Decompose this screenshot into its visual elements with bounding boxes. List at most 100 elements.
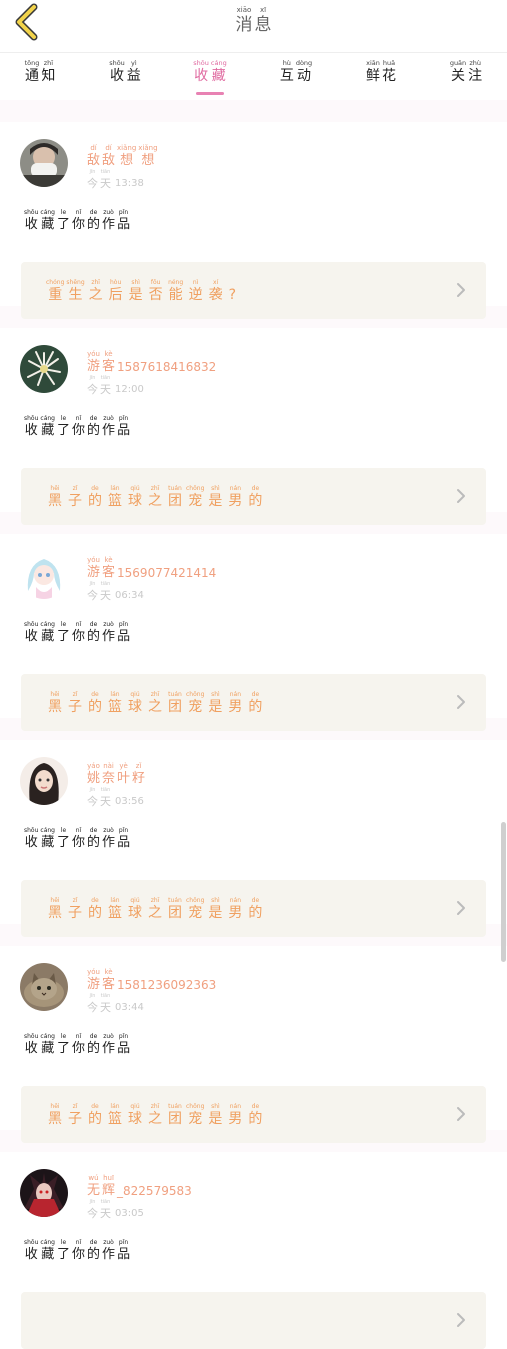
avatar[interactable] [20,963,68,1011]
action-char: pǐn 品 [117,826,130,851]
avatar-dark-character-icon [20,1169,68,1217]
pinyin: tiān [100,787,111,793]
hanzi: 想 [120,153,134,168]
time-char: tiān 天 [100,786,111,809]
action-char: zuò 作 [102,414,115,439]
username-suffix: _822579583 [117,1184,192,1198]
pinyin: jīn [89,581,96,587]
action-char: nǐ 你 [72,208,85,233]
avatar[interactable] [20,551,68,599]
work-char: nán 男 [226,1102,244,1128]
pinyin: zhī [150,691,160,698]
action-char: le 了 [57,1238,70,1263]
avatar[interactable] [20,1169,68,1217]
avatar[interactable] [20,757,68,805]
avatar[interactable] [20,139,68,187]
tab-4[interactable]: xiān 鲜 huā 花 [357,59,405,95]
hanzi: 收 [109,68,124,84]
work-char: shì 是 [206,1102,224,1128]
work-title: hēi 黑 zǐ 子 de 的 lán 篮 qiú 球 zhī 之 tuán 团 chǒng 宠 shì 是 nán… [45,896,265,922]
pinyin: tiān [100,993,111,999]
hanzi: 的 [248,493,263,509]
hanzi: 姚 [87,771,101,786]
action-char: zuò 作 [102,208,115,233]
hanzi: 的 [87,1247,101,1262]
hanzi: 收 [24,1247,38,1262]
action-char: cáng 藏 [40,414,55,439]
username-suffix: 15812360​92363 [117,978,217,992]
work-card[interactable]: hēi 黑 zǐ 子 de 的 lán 篮 qiú 球 zhī 之 tuán 团 chǒng 宠 shì 是 nán… [21,880,486,937]
tab-bar: tōng 通 zhī 知 shōu 收 yì 益 shōu 收 cáng 藏 hù 互 dòng 动 xiān 鲜… [0,53,507,99]
work-char: qiú 球 [126,484,144,510]
hanzi: 团 [168,493,182,509]
tab-char: cáng 藏 [211,59,227,85]
tab-2[interactable]: shōu 收 cáng 藏 [186,59,234,95]
tab-0[interactable]: tōng 通 zhī 知 [16,59,64,95]
pinyin: fǒu [150,279,161,286]
pinyin: shì [211,897,220,904]
hanzi: 辉 [102,1183,116,1198]
tab-5[interactable]: guān 关 zhù 注 [442,59,490,95]
work-char: shì 是 [206,484,224,510]
tab-3[interactable]: hù 互 dòng 动 [272,59,320,95]
hanzi: 鲜 [366,68,380,84]
action-char: zuò 作 [102,1238,115,1263]
work-card[interactable]: chóng 重 shēng 生 zhī 之 hòu 后 shì 是 fǒu 否 néng 能 nì 逆 xí 袭 … [21,262,486,319]
username[interactable]: yáo 姚 nài 奈 yè 叶 zǐ 籽 [86,762,146,787]
pinyin: nǐ [75,827,82,834]
chevron-right-icon [457,901,465,915]
pinyin: zǐ [135,762,142,770]
action-char: le 了 [57,414,70,439]
pinyin: hēi [50,897,60,904]
username[interactable]: yóu 游 kè 客 15876184​16832 [86,350,216,375]
avatar[interactable] [20,345,68,393]
pinyin: kè [104,556,113,564]
hanzi: 之 [88,287,103,303]
hanzi: 作 [102,629,116,644]
work-char: shēng 生 [66,278,84,304]
action-char: nǐ 你 [72,620,85,645]
hanzi: 消 [235,15,253,35]
hanzi: 是 [208,493,223,509]
work-char: fǒu 否 [147,278,165,304]
hanzi: 之 [148,905,162,921]
work-card[interactable]: hēi 黑 zǐ 子 de 的 lán 篮 qiú 球 zhī 之 tuán 团 chǒng 宠 shì 是 nán… [21,468,486,525]
work-char: nán 男 [226,484,244,510]
username[interactable]: yóu 游 kè 客 15690774​21414 [86,556,216,581]
time-char: tiān 天 [100,580,111,603]
pinyin: de [91,691,99,698]
timestamp: jīn 今 tiān 天 03:56 [86,786,144,809]
username[interactable]: wú 无 huī 辉 _822579583 [86,1174,192,1199]
hanzi: 想 [141,153,155,168]
pinyin: nài [103,762,114,770]
hanzi: 了 [57,629,71,644]
hanzi: 子 [68,905,82,921]
tab-1[interactable]: shōu 收 yì 益 [101,59,149,95]
username[interactable]: dí 敌 dí 敌 xiǎng 想 xiǎng 想 [86,144,159,169]
hanzi: 了 [57,1041,71,1056]
hanzi: 通 [25,68,39,84]
pinyin: shōu [193,59,209,67]
work-card[interactable]: hēi 黑 zǐ 子 de 的 lán 篮 qiú 球 zhī 之 tuán 团 chǒng 宠 shì 是 nán… [21,674,486,731]
hanzi: 动 [296,68,311,84]
pinyin: yè [119,762,128,770]
work-char: tuán 团 [166,1102,184,1128]
page-title: xiāo 消 xī 息 [0,6,507,35]
hanzi: 藏 [41,423,55,438]
username[interactable]: yóu 游 kè 客 15812360​92363 [86,968,216,993]
hanzi: 篮 [108,493,122,509]
hanzi: 黑 [48,493,62,509]
action-char: zuò 作 [102,826,115,851]
pinyin: tōng [24,59,40,67]
hanzi: 之 [148,699,162,715]
hanzi: 宠 [188,493,203,509]
work-card[interactable]: hēi 黑 zǐ 子 de 的 lán 篮 qiú 球 zhī 之 tuán 团 chǒng 宠 shì 是 nán… [21,1086,486,1143]
list-item: yóu 游 kè 客 15876184​16832 jīn 今 tiān 天 12:00 shōu 收… [0,328,507,525]
hanzi: 无 [87,1183,101,1198]
work-card[interactable] [21,1292,486,1349]
time-value: 03:05 [115,1208,144,1219]
scrollbar[interactable] [501,822,506,962]
pinyin: cáng [40,209,55,216]
pinyin: shōu [24,209,39,216]
pinyin: tiān [100,375,111,381]
